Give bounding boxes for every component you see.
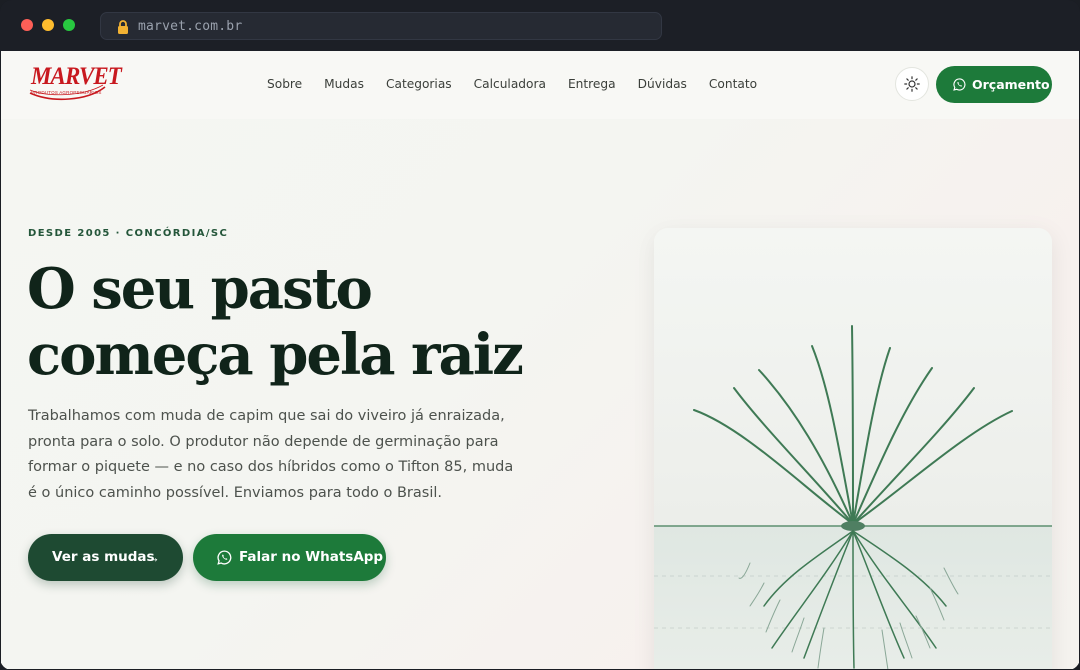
- web-page: MARVET PRODUTOS AGROPECUÁRIOS Sobre Muda…: [1, 51, 1079, 669]
- nav-link-contato[interactable]: Contato: [709, 77, 757, 91]
- close-window-button[interactable]: [21, 19, 33, 31]
- whatsapp-icon: [953, 78, 966, 91]
- ver-mudas-button[interactable]: Ver as mudas →: [28, 534, 183, 581]
- address-bar[interactable]: marvet.com.br: [100, 12, 662, 40]
- browser-titlebar: marvet.com.br: [0, 0, 1080, 51]
- orcamento-label: Orçamento: [972, 77, 1050, 92]
- hero-eyebrow: DESDE 2005 · CONCÓRDIA/SC: [28, 228, 229, 239]
- grass-roots-drawing: [654, 325, 1052, 669]
- nav-link-calculadora[interactable]: Calculadora: [474, 77, 546, 91]
- whatsapp-icon: [217, 550, 232, 565]
- arrow-right-icon: →: [147, 550, 160, 565]
- nav-link-mudas[interactable]: Mudas: [324, 77, 364, 91]
- nav-link-duvidas[interactable]: Dúvidas: [638, 77, 687, 91]
- logo-wordmark: MARVET: [31, 63, 122, 90]
- nav-link-categorias[interactable]: Categorias: [386, 77, 452, 91]
- hero-title-line-2: começa pela raiz: [27, 322, 524, 388]
- whatsapp-button[interactable]: Falar no WhatsApp: [193, 534, 386, 581]
- ver-mudas-label: Ver as mudas: [52, 549, 155, 565]
- orcamento-button[interactable]: Orçamento: [936, 66, 1052, 103]
- main-nav: Sobre Mudas Categorias Calculadora Entre…: [267, 77, 779, 91]
- nav-link-entrega[interactable]: Entrega: [568, 77, 616, 91]
- hero-title-line-1: O seu pasto: [27, 256, 373, 322]
- site-header: MARVET PRODUTOS AGROPECUÁRIOS Sobre Muda…: [1, 51, 1079, 119]
- logo-subtitle: PRODUTOS AGROPECUÁRIOS: [31, 90, 102, 95]
- maximize-window-button[interactable]: [63, 19, 75, 31]
- browser-window: marvet.com.br MARVET PRODUTOS AGROPECUÁR…: [0, 0, 1080, 670]
- nav-link-sobre[interactable]: Sobre: [267, 77, 302, 91]
- sun-icon: [904, 76, 920, 92]
- hero-title: O seu pasto começa pela raiz: [27, 256, 587, 388]
- minimize-window-button[interactable]: [42, 19, 54, 31]
- address-url: marvet.com.br: [138, 19, 243, 34]
- marvet-logo[interactable]: MARVET PRODUTOS AGROPECUÁRIOS: [27, 63, 122, 101]
- whatsapp-label: Falar no WhatsApp: [239, 549, 384, 565]
- lock-icon: [118, 20, 128, 34]
- grass-plant-illustration: [654, 228, 1052, 669]
- theme-toggle-button[interactable]: [895, 67, 929, 101]
- hero-lead: Trabalhamos com muda de capim que sai do…: [28, 408, 514, 501]
